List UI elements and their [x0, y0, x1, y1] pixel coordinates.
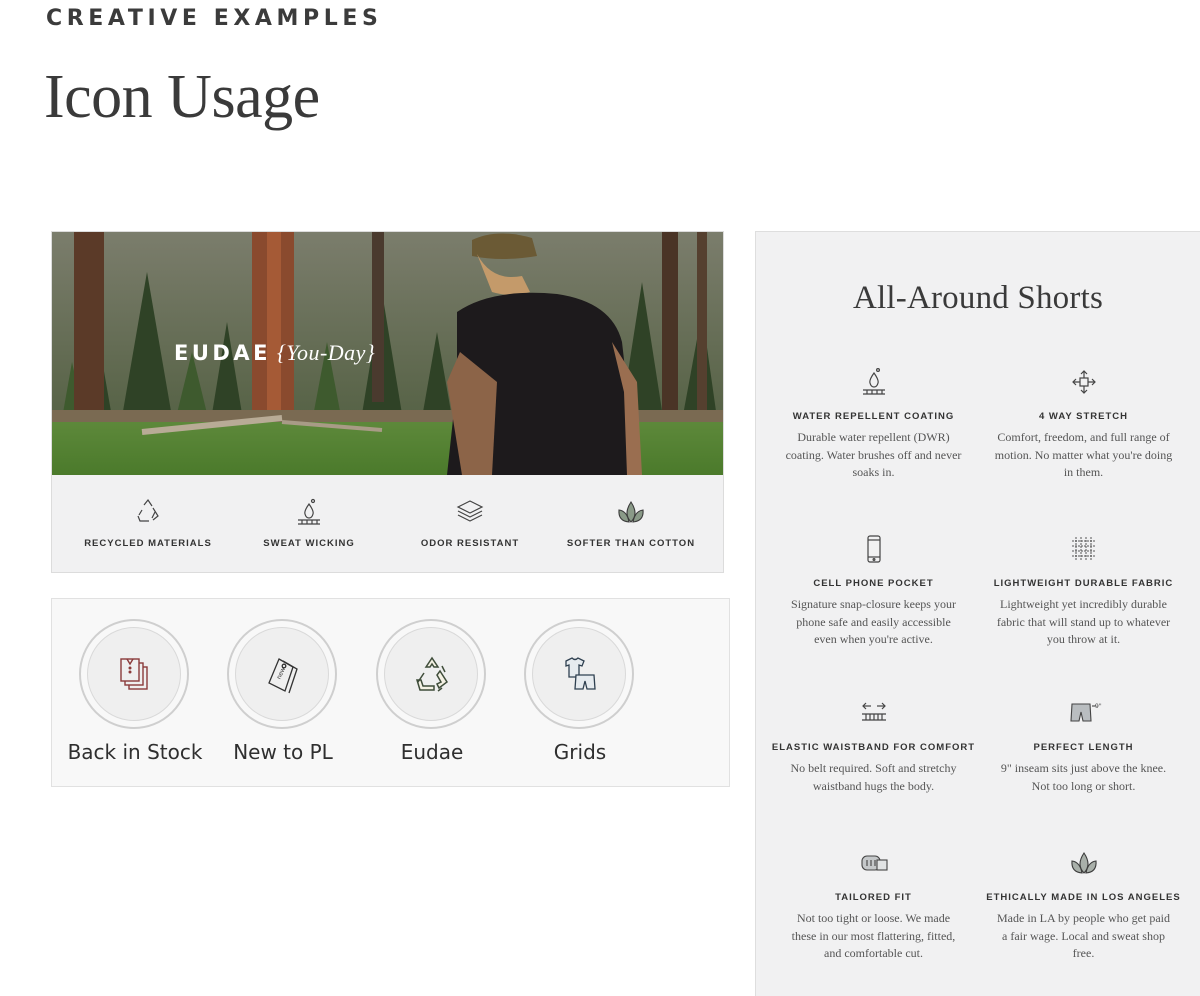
product-title: All-Around Shorts — [853, 280, 1103, 316]
feature-softer-than-cotton: SOFTER THAN COTTON — [551, 475, 711, 572]
category-label: Eudae — [400, 740, 464, 764]
spec-title: WATER REPELLENT COATING — [792, 411, 955, 422]
inseam-label: 9" — [1095, 703, 1102, 710]
eyebrow-label: CREATIVE EXAMPLES — [46, 6, 383, 31]
feature-recycled-materials: RECYCLED MATERIALS — [68, 475, 228, 572]
spec-perfect-length: 9" PERFECT LENGTH 9" inseam sits just ab… — [981, 698, 1186, 795]
spec-description: No belt required. Soft and stretchy wais… — [790, 761, 957, 793]
category-label: Grids — [553, 740, 607, 764]
feature-label: RECYCLED MATERIALS — [84, 538, 212, 549]
water-drop-icon — [862, 368, 885, 395]
layers-icon — [456, 500, 484, 522]
category-label: Back in Stock — [67, 740, 203, 764]
spec-description: 9" inseam sits just above the knee. Not … — [1000, 761, 1167, 793]
spec-elastic-waistband: ELASTIC WAISTBAND FOR COMFORT No belt re… — [771, 698, 976, 795]
spec-title: LIGHTWEIGHT DURABLE FABRIC — [993, 578, 1174, 589]
spec-description: Made in LA by people who get paid a fair… — [997, 911, 1170, 960]
category-eudae[interactable]: Eudae — [358, 619, 506, 779]
feature-strip: RECYCLED MATERIALS SWEAT WICKING ODOR RE… — [52, 475, 723, 572]
feature-sweat-wicking: SWEAT WICKING — [229, 475, 389, 572]
feature-label: ODOR RESISTANT — [420, 538, 520, 549]
spec-tailored-fit: TAILORED FIT Not too tight or loose. We … — [771, 848, 976, 963]
category-label: New to PL — [233, 740, 333, 764]
spec-lightweight-durable-fabric: LIGHTWEIGHT DURABLE FABRIC Lightweight y… — [981, 534, 1186, 649]
category-new-to-pl[interactable]: new New to PL — [209, 619, 357, 779]
feature-label: SOFTER THAN COTTON — [566, 538, 696, 549]
phone-icon — [866, 535, 881, 563]
category-ring — [376, 619, 486, 729]
spec-description: Not too tight or loose. We made these in… — [791, 911, 956, 960]
eudae-banner-card: EUDAE {You-Day} RECYCLED MATERIALS SWEAT … — [51, 231, 724, 573]
spec-description: Comfort, freedom, and full range of moti… — [994, 430, 1173, 479]
category-grids[interactable]: Grids — [506, 619, 654, 779]
category-ring — [79, 619, 189, 729]
spec-water-repellent: WATER REPELLENT COATING Durable water re… — [771, 367, 976, 482]
brand-name: EUDAE — [174, 341, 271, 365]
brand-tagline: {You-Day} — [276, 340, 376, 365]
leaf-icon — [1070, 852, 1097, 874]
spec-4-way-stretch: 4 WAY STRETCH Comfort, freedom, and full… — [981, 367, 1186, 482]
fabric-weave-icon — [1071, 537, 1096, 561]
tshirt-shorts-icon — [565, 657, 596, 690]
category-back-in-stock[interactable]: Back in Stock — [61, 619, 209, 779]
recycle-icon — [415, 656, 449, 692]
spec-description: Signature snap-closure keeps your phone … — [791, 597, 956, 646]
waistband-icon — [861, 702, 886, 721]
spec-title: TAILORED FIT — [835, 892, 912, 903]
spec-title: CELL PHONE POCKET — [813, 578, 934, 589]
spec-ethically-made: ETHICALLY MADE IN LOS ANGELES Made in LA… — [981, 848, 1186, 963]
recycle-icon — [137, 498, 159, 522]
leaf-icon — [618, 501, 644, 523]
new-tag-icon: new — [268, 658, 298, 694]
category-nav-card: Back in Stock new New to PL Eudae Grids — [51, 598, 730, 787]
category-ring — [524, 619, 634, 729]
spec-description: Durable water repellent (DWR) coating. W… — [785, 430, 962, 479]
feature-odor-resistant: ODOR RESISTANT — [390, 475, 550, 572]
spec-cell-phone-pocket: CELL PHONE POCKET Signature snap-closure… — [771, 534, 976, 649]
spec-title: PERFECT LENGTH — [1033, 742, 1134, 753]
category-ring: new — [227, 619, 337, 729]
spec-description: Lightweight yet incredibly durable fabri… — [996, 597, 1171, 646]
droplet-icon — [298, 498, 320, 525]
feature-label: SWEAT WICKING — [263, 538, 355, 549]
product-detail-panel: All-Around Shorts WATER REPELLENT COATIN… — [755, 231, 1200, 996]
shorts-length-icon: 9" — [1069, 703, 1102, 722]
svg-text:new: new — [275, 666, 287, 680]
tape-measure-icon — [860, 855, 888, 871]
spec-title: ELASTIC WAISTBAND FOR COMFORT — [771, 742, 976, 753]
shirt-stack-icon — [120, 658, 148, 690]
four-way-arrows-icon — [1071, 370, 1096, 394]
spec-title: ETHICALLY MADE IN LOS ANGELES — [986, 892, 1181, 903]
eudae-logo: EUDAE {You-Day} — [174, 340, 375, 366]
spec-title: 4 WAY STRETCH — [1038, 411, 1129, 422]
forest-hero-photo — [52, 232, 723, 475]
page-title: Icon Usage — [44, 63, 320, 131]
